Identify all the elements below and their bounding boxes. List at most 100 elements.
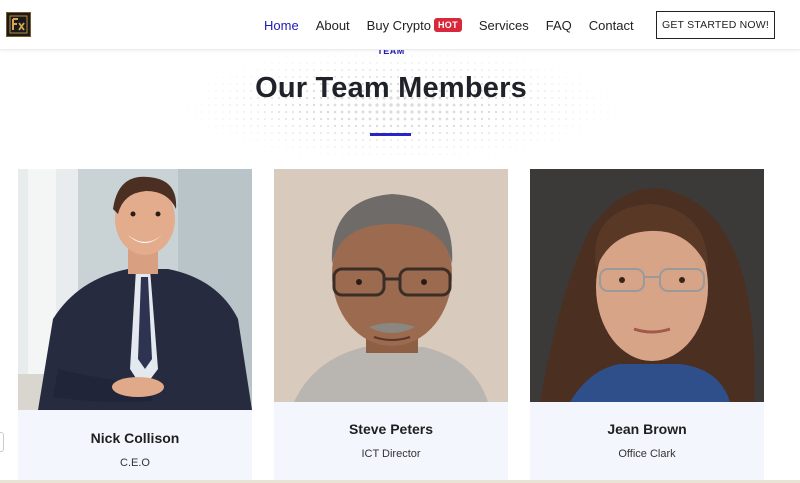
background-dot xyxy=(438,110,442,114)
background-dot xyxy=(376,146,378,148)
background-dot xyxy=(222,111,224,113)
nav-about[interactable]: About xyxy=(316,18,350,33)
background-dot xyxy=(474,69,476,71)
background-dot xyxy=(222,118,224,120)
background-dot xyxy=(341,69,343,71)
background-dot xyxy=(439,153,441,155)
background-dot xyxy=(551,125,553,127)
background-dot xyxy=(383,146,385,148)
background-dot xyxy=(292,62,294,64)
team-card-jean-brown: Jean Brown Office Clark xyxy=(530,169,764,480)
background-dot xyxy=(397,69,399,71)
background-dot xyxy=(397,62,399,64)
nav-contact[interactable]: Contact xyxy=(589,18,634,33)
background-dot xyxy=(508,110,512,114)
background-dot xyxy=(292,139,294,141)
background-dot xyxy=(376,69,378,71)
background-dot xyxy=(418,160,420,162)
background-dot xyxy=(460,153,462,155)
background-dot xyxy=(376,153,378,155)
background-dot xyxy=(481,69,483,71)
background-dot xyxy=(257,146,259,148)
hot-badge: HOT xyxy=(433,18,462,32)
background-dot xyxy=(537,125,539,127)
background-dot xyxy=(250,62,252,64)
background-dot xyxy=(327,62,329,64)
background-dot xyxy=(278,146,280,148)
background-dot xyxy=(446,146,448,148)
background-dot xyxy=(368,124,372,128)
background-dot xyxy=(334,62,336,64)
background-dot xyxy=(180,111,182,113)
nav-home-label: Home xyxy=(264,17,299,33)
background-dot xyxy=(431,131,435,135)
background-dot xyxy=(502,125,504,127)
background-dot xyxy=(488,146,490,148)
logo[interactable] xyxy=(6,12,31,37)
background-dot xyxy=(278,132,280,134)
team-member-role: Office Clark xyxy=(618,448,676,460)
nav-home[interactable]: Home xyxy=(264,18,299,33)
background-dot xyxy=(558,139,560,141)
main-nav: Home About Buy Crypto HOT Services FAQ Co… xyxy=(264,0,651,50)
background-dot xyxy=(438,117,442,121)
background-dot xyxy=(418,139,420,141)
background-dot xyxy=(551,111,553,113)
background-dot xyxy=(445,110,449,114)
background-dot xyxy=(390,146,392,148)
background-dot xyxy=(530,62,532,64)
background-dot xyxy=(348,69,350,71)
background-dot xyxy=(509,146,511,148)
background-dot xyxy=(285,69,287,71)
background-dot xyxy=(313,139,315,141)
background-dot xyxy=(187,118,189,120)
background-dot xyxy=(488,132,490,134)
background-dot xyxy=(432,62,434,64)
background-dot xyxy=(250,69,252,71)
background-dot xyxy=(243,125,245,127)
background-dot xyxy=(362,153,364,155)
background-dot xyxy=(348,160,350,162)
background-dot xyxy=(215,132,217,134)
background-dot xyxy=(334,153,336,155)
background-dot xyxy=(411,62,413,64)
background-dot xyxy=(572,132,574,134)
background-dot xyxy=(480,110,484,114)
background-dot xyxy=(319,117,323,121)
background-dot xyxy=(445,124,449,128)
background-dot xyxy=(313,69,315,71)
background-dot xyxy=(418,153,420,155)
background-dot xyxy=(424,110,428,114)
background-dot xyxy=(474,62,476,64)
background-dot xyxy=(425,139,427,141)
background-dot xyxy=(424,124,428,128)
background-dot xyxy=(389,117,393,121)
fx-logo-icon xyxy=(9,15,28,34)
background-dot xyxy=(278,69,280,71)
background-dot xyxy=(306,132,308,134)
background-dot xyxy=(544,146,546,148)
background-dot xyxy=(418,69,420,71)
get-started-button[interactable]: GET STARTED NOW! xyxy=(656,11,775,39)
background-dot xyxy=(222,139,224,141)
background-dot xyxy=(431,124,435,128)
background-dot xyxy=(474,132,476,134)
nav-services[interactable]: Services xyxy=(479,18,529,33)
background-dot xyxy=(418,62,420,64)
background-dot xyxy=(340,117,344,121)
background-dot xyxy=(425,153,427,155)
background-dot xyxy=(516,139,518,141)
background-dot xyxy=(425,69,427,71)
nav-faq[interactable]: FAQ xyxy=(546,18,572,33)
background-dot xyxy=(537,146,539,148)
background-dot xyxy=(551,146,553,148)
side-scroll-tab[interactable] xyxy=(0,432,4,452)
background-dot xyxy=(523,111,525,113)
background-dot xyxy=(215,118,217,120)
background-dot xyxy=(292,153,294,155)
background-dot xyxy=(586,125,588,127)
background-dot xyxy=(257,69,259,71)
background-dot xyxy=(305,117,309,121)
background-dot xyxy=(530,132,532,134)
nav-buy-crypto[interactable]: Buy Crypto HOT xyxy=(367,18,462,33)
